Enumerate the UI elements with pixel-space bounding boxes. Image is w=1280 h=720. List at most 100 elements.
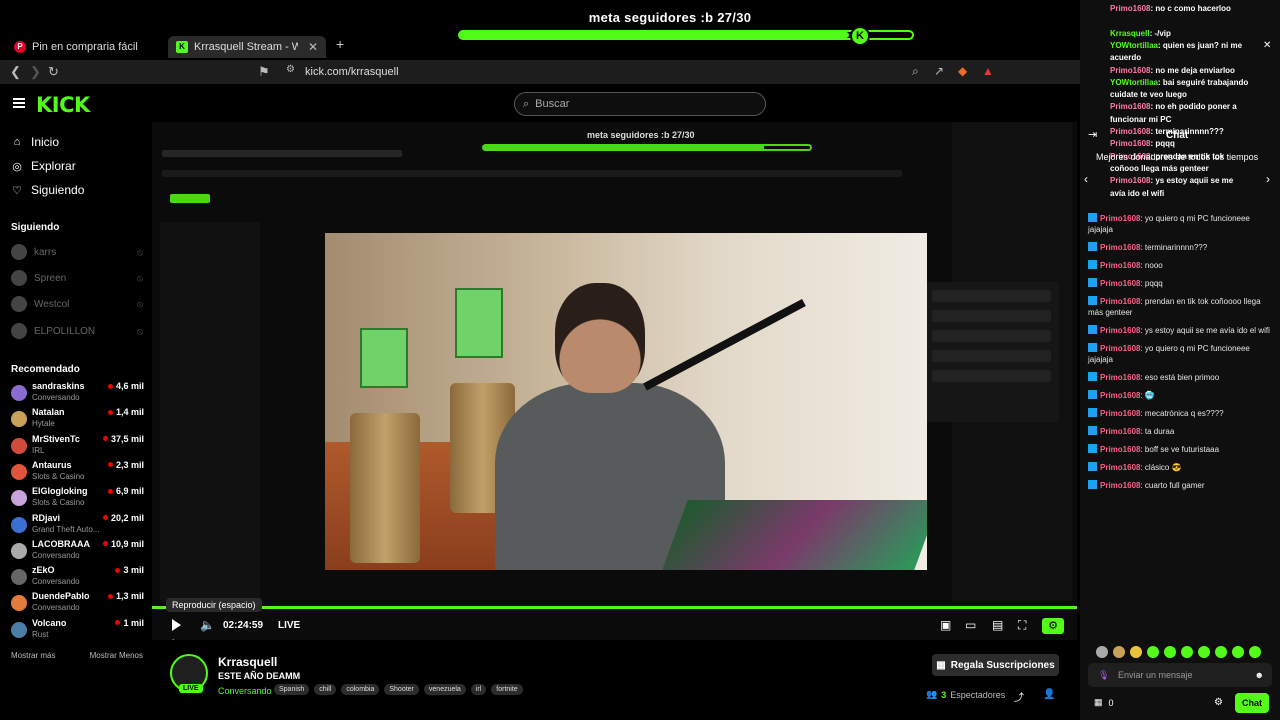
url-field[interactable]: kick.com/krrasquell [305,66,399,78]
chat-username[interactable]: Primo1608 [1100,297,1140,306]
show-less-link[interactable]: Mostrar Menos [90,651,143,660]
stream-tag[interactable]: colombia [341,684,380,695]
recommended-channel[interactable]: sandraskins Conversando 4,6 mil [11,381,144,407]
chat-username[interactable]: Primo1608 [1100,481,1140,490]
emote-icon[interactable] [1215,646,1227,658]
microphone-icon[interactable]: 🎙 [1098,670,1109,681]
emote-icon[interactable] [1147,646,1159,658]
video-frame[interactable] [325,233,927,570]
share-icon[interactable]: ↗ [934,64,944,78]
chat-username[interactable]: Primo1608 [1100,445,1140,454]
nav-siguiendo[interactable]: ♡ Siguiendo [11,183,84,197]
recommended-channel[interactable]: DuendePablo Conversando 1,3 mil [11,591,144,617]
back-icon[interactable]: ❮ [10,64,21,80]
new-tab-button[interactable]: + [336,36,344,52]
kicks-balance[interactable]: ▦ 0 [1094,697,1114,708]
chat-username[interactable]: Primo1608 [1100,409,1140,418]
share-stream-icon[interactable]: ⤴ [1014,689,1024,704]
chat-username[interactable]: Primo1608 [1100,243,1140,252]
recommended-channel[interactable]: LACOBRAAA Conversando 10,9 mil [11,539,144,565]
chat-input[interactable]: 🎙 Enviar un mensaje ☻ [1088,663,1272,687]
donors-prev-icon[interactable]: ‹ [1084,172,1088,186]
recommended-channel[interactable]: ElGlogloking Slots & Casino 6,9 mil [11,486,144,512]
following-item[interactable]: karrs ⦸ [11,244,143,260]
stream-tag[interactable]: Shooter [384,684,419,695]
close-tab-icon[interactable]: ✕ [308,40,318,54]
fullscreen-icon[interactable]: ⛶ [1018,618,1026,633]
menu-icon[interactable] [13,98,25,108]
overlay-chat-line: avía ido el wifi [1110,189,1270,198]
chat-username[interactable]: Primo1608 [1100,391,1140,400]
playback-progress[interactable] [152,606,1077,609]
emote-icon[interactable] [1249,646,1261,658]
follow-person-icon[interactable]: 👤 [1043,689,1055,700]
nav-inicio[interactable]: ⌂ Inicio [11,135,59,149]
chat-username: Krrasquell [1110,28,1150,38]
stream-tag[interactable]: Spanish [274,684,310,695]
close-icon[interactable]: ✕ [1263,40,1271,51]
recommended-channel[interactable]: Volcano Rust 1 mil [11,618,144,644]
chat-username[interactable]: Primo1608 [1100,344,1140,353]
brave-shield-icon[interactable]: ◆ [958,64,967,78]
forward-icon[interactable]: ❯ [30,64,41,80]
zoom-icon[interactable]: ⌕ [912,64,919,79]
mini-player-icon[interactable]: ▤ [992,618,1003,632]
emote-icon[interactable] [1198,646,1210,658]
chat-username[interactable]: Primo1608 [1100,214,1140,223]
chat-text: : ys estoy aquii se me avía ido el wifi [1140,326,1270,335]
chat-username[interactable]: Primo1608 [1100,373,1140,382]
stream-tag[interactable]: fortnite [491,684,523,695]
recommended-channel[interactable]: RDjavi Grand Theft Auto... 20,2 mil [11,513,144,539]
chat-username[interactable]: Primo1608 [1100,279,1140,288]
donors-next-icon[interactable]: › [1266,172,1270,186]
avatar [11,385,27,401]
volume-icon[interactable]: 🔈 [200,618,215,632]
play-icon[interactable] [172,619,181,631]
chat-username[interactable]: Primo1608 [1100,261,1140,270]
offline-icon: ⦸ [137,246,143,257]
chat-messages: Primo1608: yo quiero q mi PC funcioneee … [1088,213,1274,498]
stream-tag[interactable]: venezuela [423,684,466,695]
tab-kick-stream[interactable]: K Krrasquell Stream - Watch Live ✕ [168,36,326,58]
recommended-channel[interactable]: Antaurus Slots & Casino 2,3 mil [11,460,144,486]
emote-icon[interactable] [1232,646,1244,658]
recommended-channel[interactable]: Natalan Hytale 1,4 mil [11,407,144,433]
chat-settings-icon[interactable]: ⚙ [1214,697,1223,708]
emote-icon[interactable] [1113,646,1125,658]
video-player[interactable]: meta seguidores :b 27/30 Reproducir (esp… [152,122,1077,640]
channel-category: Conversando [32,577,80,587]
clip-icon[interactable]: ▣ [940,618,951,632]
following-item[interactable]: ELPOLILLON ⦸ [11,323,143,339]
stream-tag[interactable]: irl [470,684,487,695]
nav-explorar[interactable]: ◎ Explorar [11,159,76,173]
collapse-chat-icon[interactable]: ⇥ [1088,128,1097,141]
emote-icon[interactable] [1164,646,1176,658]
emote-icon[interactable] [1181,646,1193,658]
chat-send-button[interactable]: Chat [1235,693,1269,713]
live-indicator[interactable]: LIVE [278,620,300,631]
rewards-icon[interactable]: ▲ [982,64,994,78]
kick-logo[interactable]: KICK [36,93,90,117]
emote-icon[interactable] [1096,646,1108,658]
stream-category[interactable]: Conversando [218,686,272,696]
following-item[interactable]: Westcol ⦸ [11,296,143,312]
show-more-link[interactable]: Mostrar más [11,651,55,660]
recommended-channel[interactable]: MrStivenTc IRL 37,5 mil [11,434,144,460]
emoji-icon[interactable]: ☻ [1255,670,1264,680]
chat-username[interactable]: Primo1608 [1100,427,1140,436]
chat-username[interactable]: Primo1608 [1100,463,1140,472]
emote-icon[interactable] [1130,646,1142,658]
gift-subs-button[interactable]: ▦ Regala Suscripciones [932,654,1059,676]
following-item[interactable]: Spreen ⦸ [11,270,143,286]
settings-gear-icon[interactable]: ⚙ [1042,618,1064,634]
search-box[interactable]: ⌕ Buscar [514,92,766,116]
streamer-name[interactable]: Krrasquell [218,655,277,669]
reload-icon[interactable]: ↻ [48,64,59,80]
site-info-icon[interactable]: ⚙ [286,64,295,75]
recommended-channel[interactable]: zEkO Conversando 3 mil [11,565,144,591]
stream-tag[interactable]: chill [314,684,337,695]
bookmark-icon[interactable]: ⚑ [258,64,270,80]
theater-icon[interactable]: ▭ [965,618,976,632]
chat-username[interactable]: Primo1608 [1100,326,1140,335]
tab-pinterest[interactable]: P Pin en compraria fácil [6,36,166,58]
